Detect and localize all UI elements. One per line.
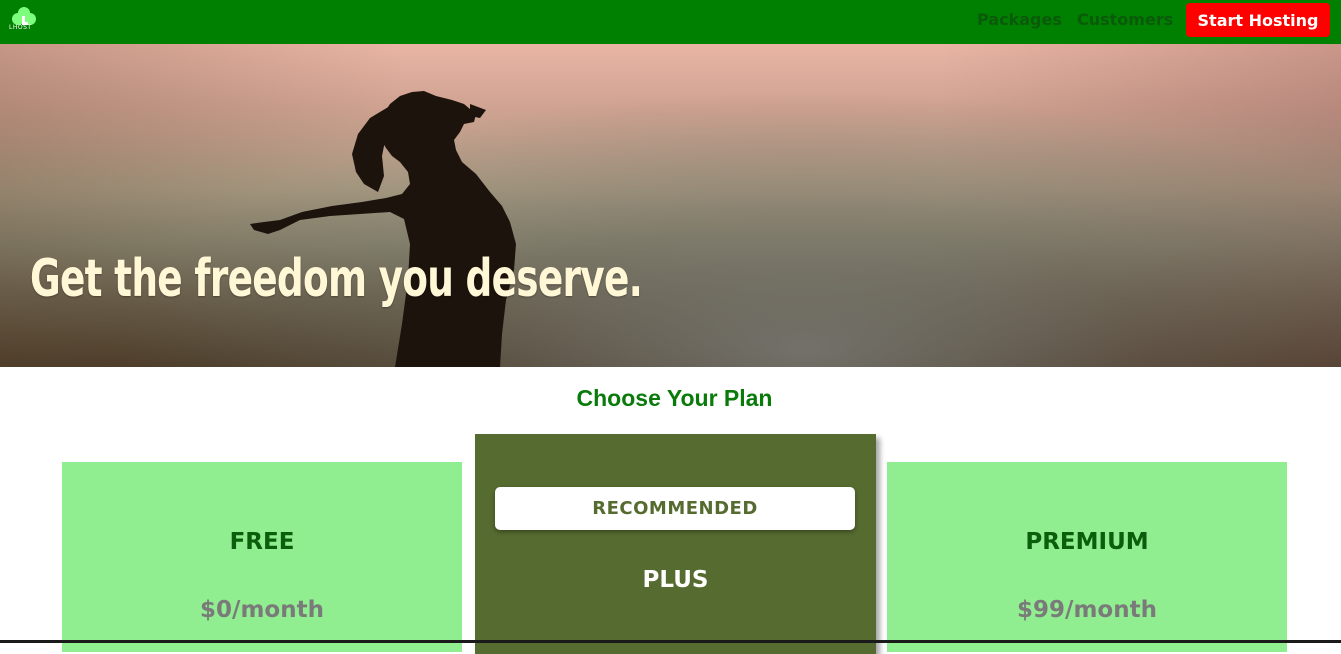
hero-background-gradient: [0, 44, 1341, 367]
freedom-silhouette-image: [250, 91, 516, 367]
plan-card-plus[interactable]: RECOMMENDED PLUS: [475, 434, 876, 654]
plan-price: $0/month: [200, 597, 324, 623]
start-hosting-button[interactable]: Start Hosting: [1186, 3, 1330, 37]
plan-name: PREMIUM: [1025, 529, 1149, 555]
nav-customers-link[interactable]: Customers: [1077, 10, 1173, 29]
hero-banner: Get the freedom you deserve.: [0, 44, 1341, 367]
nav-packages-link[interactable]: Packages: [977, 10, 1062, 29]
plan-price: $99/month: [1017, 597, 1157, 623]
plans-section-title: Choose Your Plan: [576, 385, 773, 411]
plan-name: FREE: [229, 529, 295, 555]
plan-card-free[interactable]: FREE $0/month: [62, 462, 462, 652]
plan-name: PLUS: [642, 567, 709, 593]
top-navigation-bar: LHOST Packages Customers Start Hosting: [0, 0, 1341, 44]
recommended-badge: RECOMMENDED: [495, 487, 855, 530]
plan-card-premium[interactable]: PREMIUM $99/month: [887, 462, 1287, 652]
logo-wordmark: LHOST: [9, 24, 32, 31]
hero-headline: Get the freedom you deserve.: [30, 249, 643, 309]
